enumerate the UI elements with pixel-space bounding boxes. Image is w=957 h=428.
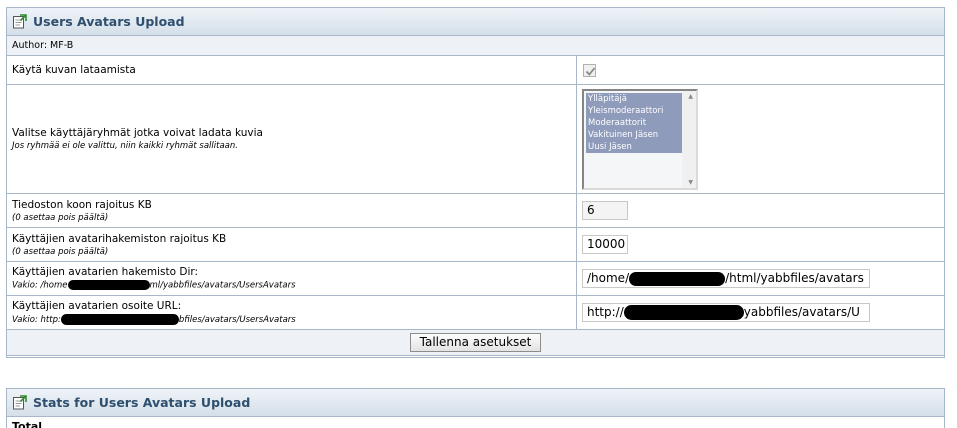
file-size-input[interactable]: 6	[582, 201, 628, 220]
file-size-label: Tiedoston koon rajoitus KB	[12, 198, 152, 211]
save-settings-button[interactable]: Tallenna asetukset	[409, 333, 542, 352]
groups-multiselect[interactable]: Ylläpitäjä Yleismoderaattori Moderaattor…	[582, 88, 698, 190]
users-avatars-upload-panel: Users Avatars Upload Author: MF-B Käytä …	[6, 7, 945, 358]
avatar-dir-value-start: /home/	[587, 271, 630, 285]
group-option-moderators[interactable]: Moderaattorit	[586, 116, 683, 129]
panel-titlebar: Users Avatars Upload	[7, 8, 944, 36]
redaction-mark	[629, 271, 726, 286]
group-option-admin[interactable]: Ylläpitäjä	[586, 92, 683, 105]
dir-limit-input[interactable]: 10000	[582, 235, 628, 254]
avatar-dir-hint-start: Vakio: /home	[12, 280, 68, 291]
avatar-url-hint-start: Vakio: http:	[12, 315, 61, 325]
scroll-up-icon[interactable]: ▲	[688, 93, 693, 100]
avatar-dir-hint: Vakio: /home ml/yabbfiles/avatars/UsersAv…	[12, 280, 576, 291]
stats-title: Stats for Users Avatars Upload	[33, 395, 251, 410]
edit-page-icon	[13, 14, 27, 29]
avatar-url-input[interactable]: http:// yabbfiles/avatars/U	[582, 303, 870, 322]
redaction-mark	[60, 314, 179, 325]
avatar-url-label: Käyttäjien avatarien osoite URL:	[12, 300, 182, 312]
scroll-down-icon[interactable]: ▼	[688, 179, 693, 186]
avatar-url-hint: Vakio: http: bfiles/avatars/UsersAvatars	[12, 314, 576, 325]
enable-upload-checkbox[interactable]	[583, 63, 596, 77]
redaction-mark	[67, 280, 150, 291]
stats-panel: Stats for Users Avatars Upload Total	[6, 388, 945, 428]
file-size-hint: (0 asettaa pois päältä)	[12, 212, 109, 223]
avatar-dir-label: Käyttäjien avatarien hakemisto Dir:	[12, 266, 199, 279]
group-option-global-moderator[interactable]: Yleismoderaattori	[586, 104, 683, 117]
setting-row-enable-upload: Käytä kuvan lataamista	[7, 56, 944, 85]
listbox-scrollbar[interactable]: ▲ ▼	[682, 90, 696, 188]
panel-title: Users Avatars Upload	[33, 14, 185, 29]
avatar-url-value-start: http://	[587, 305, 624, 319]
avatar-dir-value-end: /html/yabbfiles/avatars	[725, 271, 864, 285]
author-label: Author: MF-B	[7, 36, 944, 56]
setting-row-dir-limit: Käyttäjien avatarihakemiston rajoitus KB…	[7, 228, 944, 262]
setting-row-avatar-dir: Käyttäjien avatarien hakemisto Dir: Vaki…	[7, 262, 944, 296]
avatar-dir-input[interactable]: /home/ /html/yabbfiles/avatars	[582, 269, 870, 288]
redaction-mark	[623, 305, 744, 320]
setting-row-groups: Valitse käyttäjäryhmät jotka voivat lada…	[7, 85, 944, 194]
edit-page-icon	[13, 395, 27, 410]
group-option-regular-member[interactable]: Vakituinen Jäsen	[586, 128, 683, 141]
avatar-url-value-end: yabbfiles/avatars/U	[743, 305, 860, 319]
stats-total-label: Total	[12, 420, 43, 428]
stats-titlebar: Stats for Users Avatars Upload	[7, 389, 944, 417]
dir-limit-hint: (0 asettaa pois päältä)	[12, 246, 109, 257]
checkmark-icon	[585, 66, 596, 76]
save-bar: Tallenna asetukset	[7, 330, 944, 356]
avatar-dir-hint-end: ml/yabbfiles/avatars/UsersAvatars	[149, 280, 296, 291]
setting-row-avatar-url: Käyttäjien avatarien osoite URL: Vakio: …	[7, 296, 944, 330]
groups-hint: Jos ryhmää ei ole valittu, niin kaikki r…	[12, 141, 238, 151]
enable-upload-label: Käytä kuvan lataamista	[12, 64, 136, 76]
avatar-url-hint-end: bfiles/avatars/UsersAvatars	[178, 315, 296, 325]
groups-label: Valitse käyttäjäryhmät jotka voivat lada…	[12, 127, 263, 139]
group-option-new-member[interactable]: Uusi Jäsen	[586, 140, 683, 153]
dir-limit-label: Käyttäjien avatarihakemiston rajoitus KB	[12, 232, 227, 245]
setting-row-file-size: Tiedoston koon rajoitus KB (0 asettaa po…	[7, 194, 944, 228]
